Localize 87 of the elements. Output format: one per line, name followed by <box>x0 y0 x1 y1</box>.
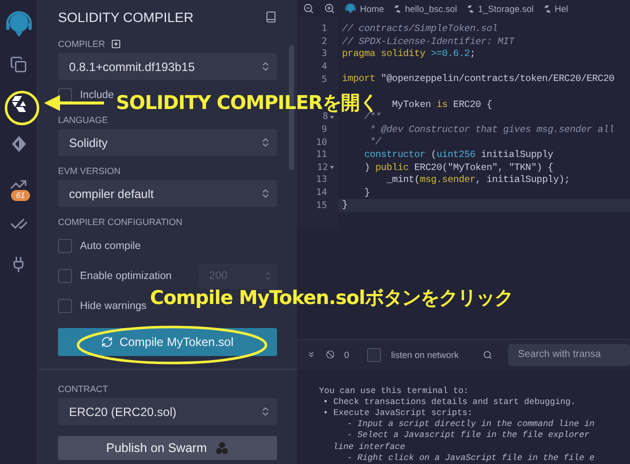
logo-icon <box>4 10 32 38</box>
search-field[interactable]: Search with transa <box>508 344 630 366</box>
zoom-out-icon[interactable] <box>303 3 314 14</box>
code-line: ) public ERC20("MyToken", "TKN") { <box>363 162 554 174</box>
diamond-icon[interactable] <box>10 135 26 153</box>
line-number: 13 <box>316 175 327 186</box>
terminal-text: • Check transactions details and start debugging. <box>322 396 577 408</box>
solidity-icon <box>544 4 551 14</box>
code-line: constructor (uint256 initialSupply <box>363 148 554 162</box>
line-number: 4 <box>322 62 327 72</box>
code-line: } <box>363 186 370 200</box>
contract-select[interactable]: ERC20 (ERC20.sol) <box>58 398 277 425</box>
evm-label: EVM VERSION <box>58 166 121 176</box>
code-line: * @dev Constructor that gives msg.sender all <box>368 124 614 136</box>
publish-button[interactable]: Publish on Swarm <box>58 436 277 460</box>
nightly-label: Include <box>80 89 114 101</box>
code-line: _mint(msg.sender, initialSupply); <box>385 174 570 187</box>
zoom-in-icon[interactable] <box>324 3 335 14</box>
editor-tab[interactable]: hello_bsc.sol <box>394 4 458 14</box>
editor-tab[interactable]: Hel <box>544 4 568 14</box>
terminal-text: - Input a script directly in the command line in <box>346 419 596 430</box>
code-line: // contracts/SimpleToken.sol <box>342 23 498 36</box>
language-select[interactable]: Solidity <box>58 129 277 156</box>
caret-icon <box>260 406 271 417</box>
listen-label: listen on network <box>391 350 459 360</box>
line-number: 14 <box>316 188 327 198</box>
caret-icon <box>260 137 271 148</box>
line-number: 2 <box>322 36 327 47</box>
terminal-text: • Execute JavaScript scripts: <box>322 408 474 420</box>
editor-tab[interactable]: 1_Storage.sol <box>467 4 534 14</box>
config-label: COMPILER CONFIGURATION <box>58 217 182 227</box>
option-label: Hide warnings <box>80 300 147 312</box>
code-line: pragma solidity >=0.6.2; <box>342 48 476 61</box>
terminal-text: You can use this terminal to: <box>319 386 470 397</box>
line-number: 11 <box>316 150 327 160</box>
checkbox[interactable] <box>58 299 72 313</box>
swarm-icon <box>214 441 229 455</box>
line-number: 1 <box>322 24 327 34</box>
solidity-icon <box>467 4 474 14</box>
checkbox[interactable] <box>58 269 72 283</box>
count-badge: 61 <box>11 190 30 201</box>
line-number: 9 <box>322 125 327 136</box>
solidity-icon <box>394 4 402 14</box>
highlight-circle <box>4 90 40 126</box>
compile-button[interactable]: Compile MyToken.sol <box>58 328 277 356</box>
option-label: Auto compile <box>80 240 141 252</box>
fold-icon[interactable] <box>330 116 334 119</box>
refresh-icon <box>101 336 114 348</box>
search-icon[interactable] <box>482 348 492 361</box>
evm-select[interactable]: compiler default <box>58 180 277 207</box>
code-line: } <box>342 199 348 212</box>
line-number: 15 <box>316 200 327 211</box>
callout-text: Compile MyToken.solボタンをクリック <box>150 289 513 308</box>
line-number: 8 <box>322 112 328 122</box>
panel-title: SOLIDITY COMPILER <box>58 10 194 24</box>
terminal-text: - Right click on a JavaScript file in the file e <box>346 452 596 464</box>
caret-icon <box>260 188 271 199</box>
pending-count: 0 <box>344 350 350 360</box>
logo-icon <box>345 3 356 14</box>
code-line: import "@openzeppelin/contracts/token/ERC20/ERC20 <box>342 73 614 86</box>
checkbox[interactable] <box>58 88 72 102</box>
fold-icon[interactable] <box>330 166 334 170</box>
checkbox[interactable] <box>367 348 382 362</box>
plus-icon[interactable] <box>111 39 122 49</box>
compiler-label: COMPILER <box>58 39 106 49</box>
terminal-text: line interface <box>332 442 406 453</box>
book-icon[interactable] <box>265 11 277 23</box>
files-icon[interactable] <box>10 56 27 72</box>
editor-tab[interactable]: Home <box>345 3 384 14</box>
terminal-text: - Select a Javascript file in the file explorer <box>346 430 590 442</box>
code-line: MyToken is ERC20 { <box>392 98 492 112</box>
clear-icon[interactable] <box>326 349 334 360</box>
code-line: /** <box>363 111 381 124</box>
contract-label: CONTRACT <box>58 384 108 394</box>
caret-icon <box>260 61 271 72</box>
line-number: 5 <box>322 74 327 85</box>
compiler-select[interactable]: 0.8.1+commit.df193b15 <box>58 53 277 80</box>
line-number: 12 <box>317 162 328 173</box>
option-label: Enable optimization <box>80 270 172 282</box>
solidity-icon[interactable] <box>10 95 26 113</box>
code-line: // SPDX-License-Identifier: MIT <box>342 36 514 48</box>
code-line: */ <box>368 136 381 149</box>
callout-text: SOLIDITY COMPILERを開く <box>116 96 378 111</box>
line-number: 3 <box>322 49 327 60</box>
checkbox[interactable] <box>58 239 72 253</box>
line-number: 10 <box>316 138 327 148</box>
language-label: LANGUAGE <box>58 115 108 125</box>
